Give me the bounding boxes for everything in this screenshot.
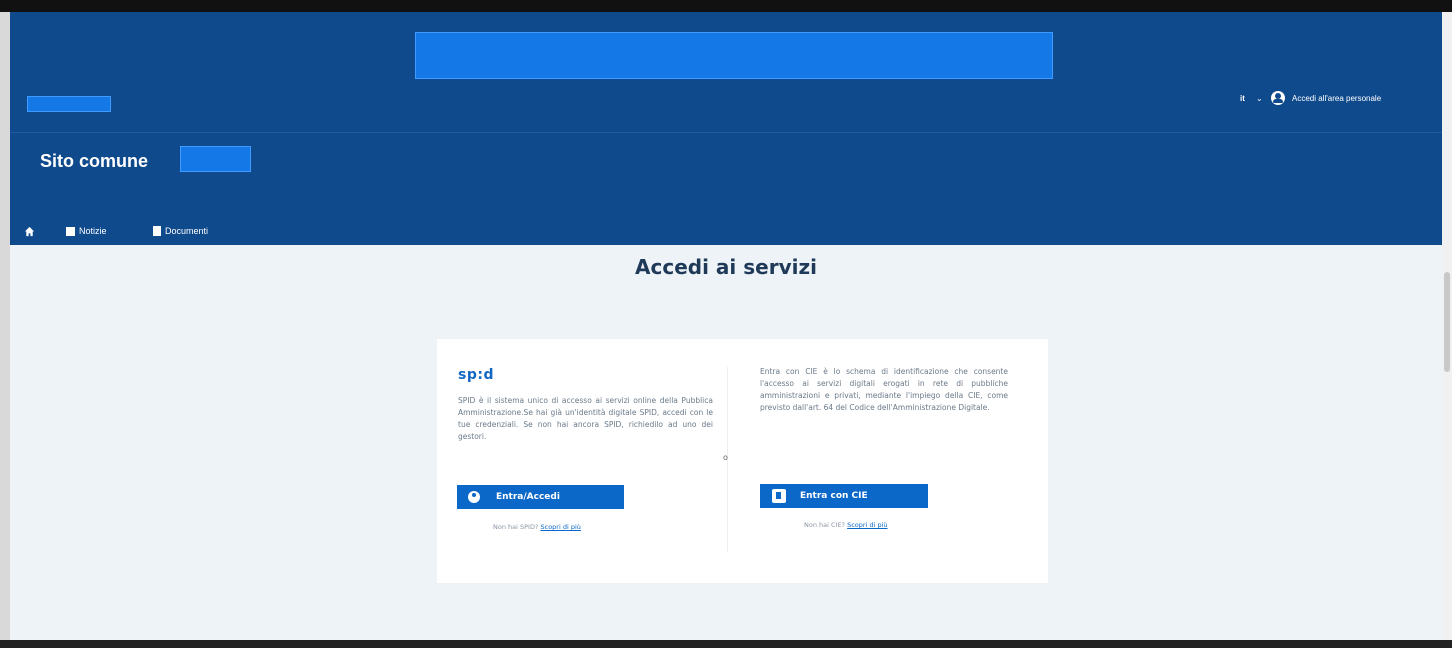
main-content: Accedi ai servizi o sp:d SPID è il siste…	[10, 245, 1442, 640]
cie-help: Non hai CIE? Scopri di più	[804, 521, 888, 529]
browser-bottom-edge	[0, 640, 1452, 648]
nav-home[interactable]	[24, 226, 35, 237]
cie-card-icon	[772, 489, 786, 503]
login-card: o sp:d SPID è il sistema unico di access…	[436, 338, 1049, 584]
spid-button-label: Entra/Accedi	[496, 492, 560, 502]
chevron-down-icon[interactable]: ⌄	[1256, 94, 1263, 103]
scrollbar-thumb[interactable]	[1444, 272, 1450, 372]
nav-documenti-label: Documenti	[165, 226, 209, 236]
newspaper-icon	[66, 226, 75, 236]
redacted-banner-block	[415, 32, 1053, 79]
spid-login-button[interactable]: Entra/Accedi	[457, 485, 624, 509]
spid-description: SPID è il sistema unico di accesso ai se…	[458, 396, 713, 441]
user-icon	[468, 491, 480, 503]
document-icon	[153, 226, 161, 236]
redacted-logo-block	[27, 96, 111, 112]
browser-top-edge	[0, 0, 1452, 12]
spid-help: Non hai SPID? Scopri di più	[493, 523, 581, 531]
header-divider	[10, 132, 1442, 133]
scrollbar[interactable]	[1442, 12, 1452, 640]
nav-notizie[interactable]: Notizie	[66, 226, 107, 236]
home-icon	[24, 226, 35, 237]
cie-login-button[interactable]: Entra con CIE	[760, 484, 928, 508]
page-title: Accedi ai servizi	[635, 255, 817, 279]
site-title-text: Sito comune	[40, 151, 149, 171]
site-header: it ⌄ Accedi all'area personale Sito comu…	[10, 12, 1442, 245]
cie-help-prefix: Non hai CIE?	[804, 521, 846, 529]
nav-notizie-label: Notizie	[79, 226, 107, 236]
spid-more-link[interactable]: Scopri di più	[541, 523, 581, 531]
cie-more-link[interactable]: Scopri di più	[847, 521, 887, 529]
spid-help-prefix: Non hai SPID?	[493, 523, 539, 531]
separator-o: o	[723, 453, 728, 462]
redacted-municipality-name	[180, 146, 251, 172]
cie-button-label: Entra con CIE	[800, 491, 868, 501]
site-title[interactable]: Sito comune	[40, 151, 148, 172]
nav-documenti[interactable]: Documenti	[153, 226, 208, 236]
language-selector[interactable]: it	[1240, 94, 1245, 103]
spid-logo: sp:d	[458, 367, 494, 383]
personal-area-link[interactable]: Accedi all'area personale	[1292, 94, 1381, 103]
cie-description: Entra con CIE è lo schema di identificaz…	[760, 367, 1008, 412]
main-navigation: Notizie Documenti	[10, 224, 510, 246]
user-icon[interactable]	[1271, 91, 1285, 105]
